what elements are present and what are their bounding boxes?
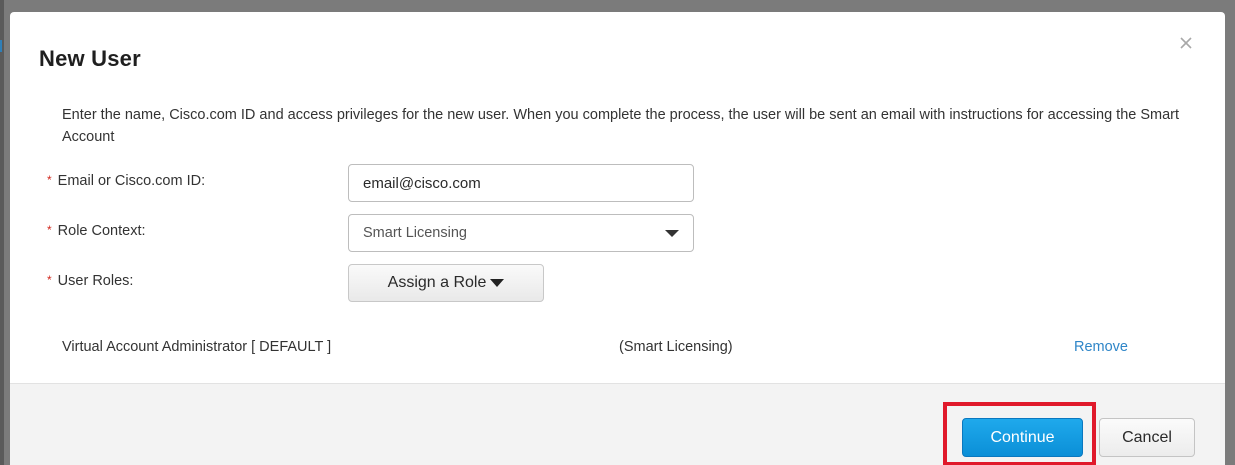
user-roles-label-text: User Roles: <box>57 273 134 289</box>
assign-role-label: Assign a Role <box>387 274 487 291</box>
role-context-label-text: Role Context: <box>57 223 146 239</box>
role-context-value: Smart Licensing <box>363 225 467 241</box>
new-user-dialog: New User Enter the name, Cisco.com ID an… <box>10 12 1225 465</box>
dialog-title: New User <box>39 46 141 71</box>
remove-role-link[interactable]: Remove <box>1074 339 1128 355</box>
dialog-description: Enter the name, Cisco.com ID and access … <box>62 107 1180 145</box>
assigned-role-name: Virtual Account Administrator [ DEFAULT … <box>62 339 332 355</box>
user-roles-label: * User Roles: <box>47 273 133 289</box>
backdrop-edge-tick <box>0 40 2 52</box>
role-context-select[interactable]: Smart Licensing <box>348 214 694 252</box>
user-roles-row: * User Roles: Assign a Role <box>47 264 707 302</box>
email-row: * Email or Cisco.com ID: <box>47 164 707 202</box>
dialog-footer: Continue Cancel <box>10 383 1225 465</box>
continue-button[interactable]: Continue <box>962 418 1083 457</box>
required-marker: * <box>47 223 52 237</box>
email-input[interactable] <box>348 164 694 202</box>
role-context-row: * Role Context: Smart Licensing <box>47 214 707 252</box>
chevron-down-icon <box>665 230 679 237</box>
caret-down-icon <box>490 279 505 287</box>
required-marker: * <box>47 173 52 187</box>
close-icon[interactable] <box>1179 36 1195 52</box>
required-marker: * <box>47 273 52 287</box>
assigned-role-row: Virtual Account Administrator [ DEFAULT … <box>62 339 1142 361</box>
assign-role-button[interactable]: Assign a Role <box>348 264 544 302</box>
email-label: * Email or Cisco.com ID: <box>47 173 205 189</box>
cancel-button[interactable]: Cancel <box>1099 418 1195 457</box>
role-context-label: * Role Context: <box>47 223 146 239</box>
email-label-text: Email or Cisco.com ID: <box>57 173 206 189</box>
backdrop-edge <box>0 0 4 465</box>
assigned-role-context: (Smart Licensing) <box>619 339 733 355</box>
